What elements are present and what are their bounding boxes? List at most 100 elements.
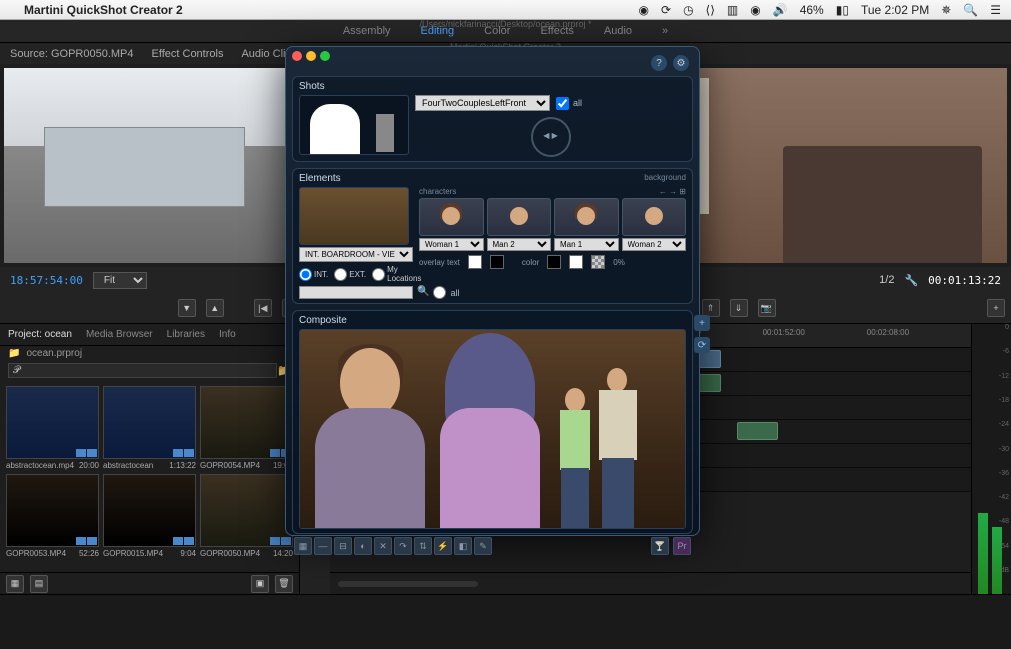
dtool-2-icon[interactable]: — [314, 537, 332, 555]
meter-mark: -12 [999, 373, 1009, 380]
nav-icon[interactable]: ⟨⟩ [706, 3, 715, 17]
icon-view-icon[interactable]: ▤ [30, 575, 48, 593]
new-item-icon[interactable]: ▣ [251, 575, 269, 593]
list-view-icon[interactable]: ▦ [6, 575, 24, 593]
audio-clip[interactable] [737, 422, 779, 440]
close-icon[interactable] [292, 51, 302, 61]
myloc-radio[interactable] [372, 268, 385, 281]
add-icon[interactable]: + [694, 315, 710, 331]
sync-icon[interactable]: ⟳ [661, 3, 671, 17]
dtool-1-icon[interactable]: ▦ [294, 537, 312, 555]
dtool-8-icon[interactable]: ⚡ [434, 537, 452, 555]
ext-radio[interactable] [334, 268, 347, 281]
tab-audio[interactable]: Audio [604, 25, 632, 37]
info-tab[interactable]: Info [219, 329, 236, 340]
meter-mark: 0 [1005, 324, 1009, 331]
source-timecode[interactable]: 18:57:54:00 [10, 274, 83, 287]
character-dropdown[interactable]: Man 1 [554, 238, 619, 251]
character-dropdown[interactable]: Woman 2 [622, 238, 687, 251]
dtool-6-icon[interactable]: ↷ [394, 537, 412, 555]
mac-menubar: Martini QuickShot Creator 2 ◉ ⟳ ◷ ⟨⟩ ▥ ◉… [0, 0, 1011, 20]
dtool-10-icon[interactable]: ✎ [474, 537, 492, 555]
clock-icon[interactable]: ◷ [683, 3, 693, 17]
dtool-7-icon[interactable]: ⇅ [414, 537, 432, 555]
martini-icon[interactable]: 🍸 [651, 537, 669, 555]
settings-gear-icon[interactable]: ⚙ [673, 55, 689, 71]
color-label: color [522, 258, 539, 267]
character-dropdown[interactable]: Woman 1 [419, 238, 484, 251]
project-bin[interactable]: abstractocean.mp420:00abstractocean1:13:… [0, 380, 299, 572]
zoom-icon[interactable] [320, 51, 330, 61]
folder-icon: 📁 [8, 348, 20, 359]
mark-out-icon[interactable]: ▲ [206, 299, 224, 317]
dialog-toolbar: ▦ — ⊟ ◐ ✕ ↷ ⇅ ⚡ ◧ ✎ 🍸 Pr [292, 537, 693, 555]
audio-meters: 0-6-12-18-24-30-36-42-48-54dB [971, 324, 1011, 594]
bin-clip[interactable]: GOPR0015.MP49:04 [103, 474, 196, 558]
character-cell[interactable]: Woman 2 [622, 198, 687, 251]
character-dropdown[interactable]: Man 2 [487, 238, 552, 251]
tab-more[interactable]: » [662, 25, 668, 37]
fit-dropdown[interactable]: Fit [93, 272, 147, 289]
search-icon[interactable]: 🔍 [963, 3, 978, 17]
dtool-9-icon[interactable]: ◧ [454, 537, 472, 555]
app-title[interactable]: Martini QuickShot Creator 2 [24, 3, 183, 17]
effect-controls-tab[interactable]: Effect Controls [152, 48, 224, 60]
background-thumb[interactable] [299, 187, 409, 245]
character-cell[interactable]: Woman 1 [419, 198, 484, 251]
battery-icon[interactable]: ▮▯ [836, 3, 849, 17]
libraries-tab[interactable]: Libraries [167, 329, 205, 340]
help-icon[interactable]: ? [651, 55, 667, 71]
menu-icon[interactable]: ☰ [990, 3, 1001, 17]
refresh-icon[interactable]: ⟳ [694, 337, 710, 353]
export-frame-icon[interactable]: 📷 [758, 299, 776, 317]
timeline-zoom-slider[interactable] [338, 581, 478, 587]
all-checkbox[interactable] [556, 97, 569, 110]
overlay-swatch[interactable] [468, 255, 482, 269]
location-search-input[interactable] [299, 286, 413, 299]
int-radio[interactable] [299, 268, 312, 281]
tab-assembly[interactable]: Assembly [343, 25, 391, 37]
martini-dialog[interactable]: ? ⚙ Shots FourTwoCouplesLeftFront all El… [285, 46, 700, 536]
project-tab[interactable]: Project: ocean [8, 329, 72, 340]
trash-icon[interactable]: 🗑 [275, 575, 293, 593]
overlay-swatch[interactable] [490, 255, 504, 269]
char-nav-icons[interactable]: ← → ⊞ [659, 187, 686, 196]
add-button-icon[interactable]: + [987, 299, 1005, 317]
program-timecode[interactable]: 00:01:13:22 [928, 274, 1001, 287]
dtool-3-icon[interactable]: ⊟ [334, 537, 352, 555]
bin-clip[interactable]: GOPR0054.MP419:00 [200, 386, 293, 470]
media-browser-tab[interactable]: Media Browser [86, 329, 153, 340]
color-swatch-2[interactable] [569, 255, 583, 269]
meter-mark: -6 [1003, 348, 1009, 355]
mark-in-icon[interactable]: ▼ [178, 299, 196, 317]
display-icon[interactable]: ▥ [727, 3, 738, 17]
bin-clip[interactable]: GOPR0050.MP414:20 [200, 474, 293, 558]
volume-icon[interactable]: 🔊 [773, 3, 788, 17]
shot-preset-dropdown[interactable]: FourTwoCouplesLeftFront [415, 95, 550, 111]
go-in-icon[interactable]: |◀ [254, 299, 272, 317]
premiere-icon[interactable]: Pr [673, 537, 691, 555]
minimize-icon[interactable] [306, 51, 316, 61]
color-swatch-1[interactable] [547, 255, 561, 269]
character-cell[interactable]: Man 1 [554, 198, 619, 251]
dtool-5-icon[interactable]: ✕ [374, 537, 392, 555]
extract-icon[interactable]: ⇓ [730, 299, 748, 317]
source-tab[interactable]: Source: GOPR0050.MP4 [10, 48, 134, 60]
bin-clip[interactable]: abstractocean.mp420:00 [6, 386, 99, 470]
dtool-4-icon[interactable]: ◐ [354, 537, 372, 555]
shot-silhouette[interactable] [299, 95, 409, 155]
bin-clip[interactable]: GOPR0053.MP452:26 [6, 474, 99, 558]
wrench-icon[interactable]: 🔧 [904, 274, 918, 287]
location-dropdown[interactable]: INT. BOARDROOM - VIEW FR [299, 247, 413, 262]
project-panel: Project: ocean Media Browser Libraries I… [0, 324, 300, 594]
composite-viewport[interactable] [299, 329, 686, 529]
bin-clip[interactable]: abstractocean1:13:22 [103, 386, 196, 470]
alpha-swatch[interactable] [591, 255, 605, 269]
bluetooth-icon[interactable]: ✵ [941, 3, 951, 17]
nav-pad[interactable] [531, 117, 571, 157]
project-search-input[interactable] [8, 363, 277, 378]
cc-icon[interactable]: ◉ [639, 3, 649, 17]
wifi-icon[interactable]: ◉ [750, 3, 760, 17]
meter-mark: -24 [999, 421, 1009, 428]
character-cell[interactable]: Man 2 [487, 198, 552, 251]
